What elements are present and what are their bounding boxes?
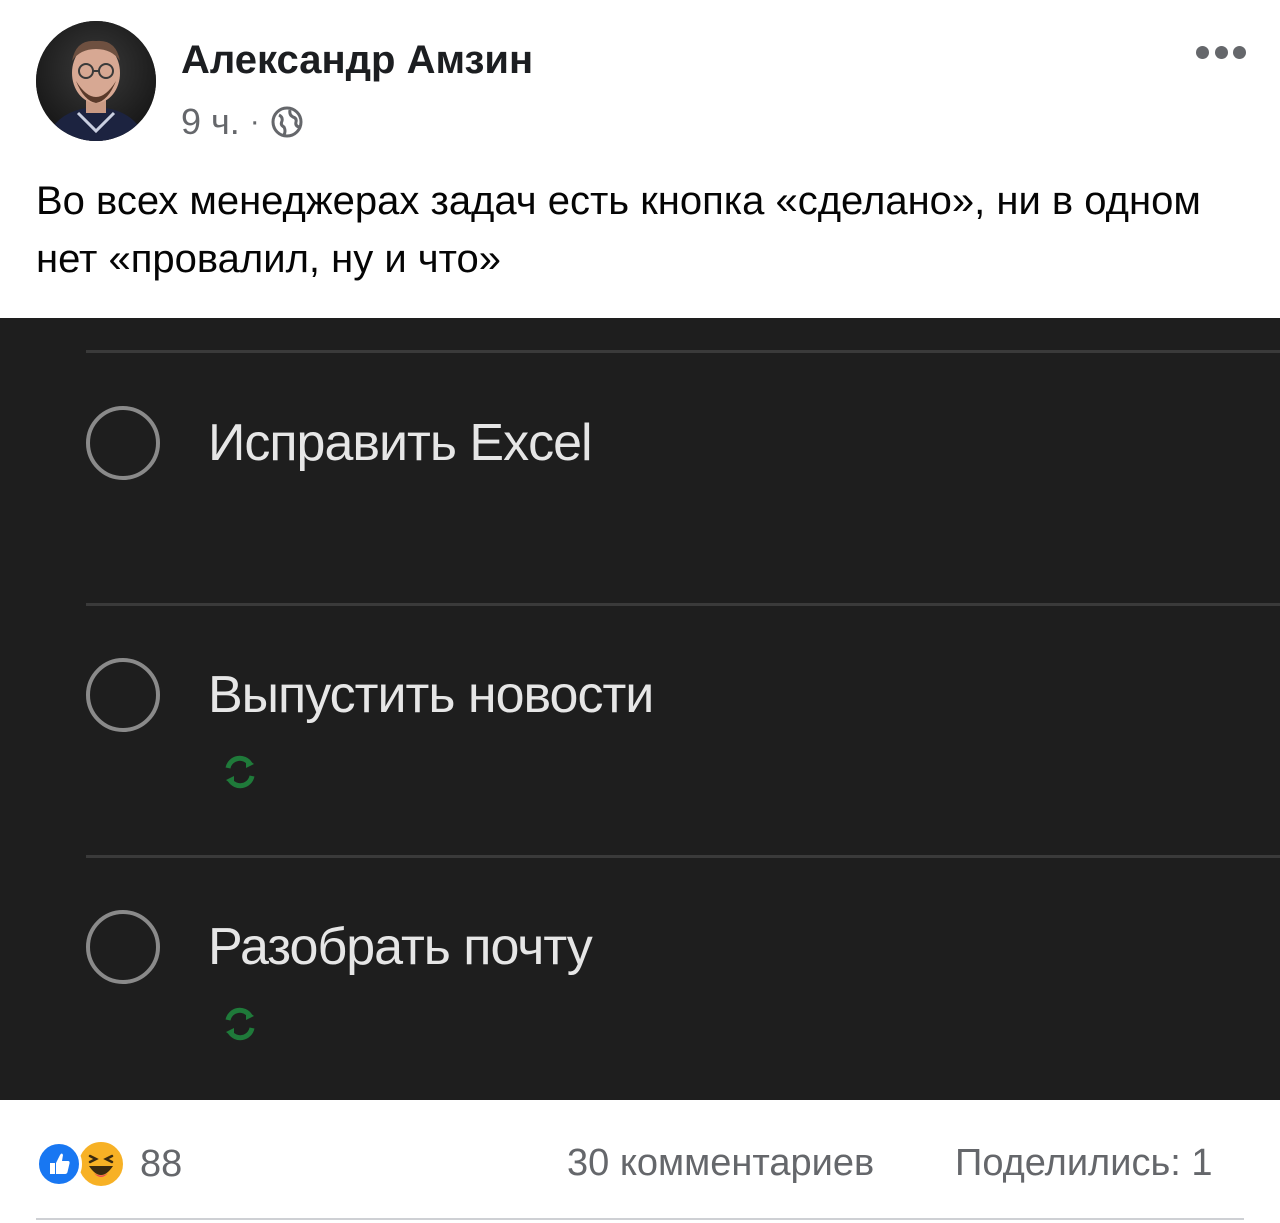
task-divider [86,350,1280,353]
reaction-count: 88 [140,1143,183,1185]
avatar-photo [36,21,156,141]
haha-icon [76,1139,126,1189]
post-meta: 9 ч. · [181,104,304,140]
task-checkbox-icon [86,406,160,480]
comments-count-link[interactable]: 30 комментариев [567,1144,874,1182]
task-divider [86,603,1280,606]
footer-divider [36,1218,1244,1220]
task-divider [86,855,1280,858]
post-text: Во всех менеджерах задач есть кнопка «сд… [36,179,1201,281]
task-checkbox-icon [86,658,160,732]
task-title: Исправить Excel [208,414,593,472]
task-title: Выпустить новости [208,666,654,724]
meta-separator: · [249,105,260,138]
shares-count-link[interactable]: Поделились: 1 [955,1144,1213,1182]
task-item: Выпустить новости [86,658,1280,789]
more-options-button[interactable] [1196,44,1246,60]
facebook-post: Александр Амзин 9 ч. · Во всех менеджера… [0,0,1280,1223]
task-title: Разобрать почту [208,918,593,976]
more-dot-icon [1233,45,1246,59]
task-checkbox-icon [86,910,160,984]
task-item: Исправить Excel [86,406,1280,526]
more-dot-icon [1214,45,1228,59]
like-icon [36,1141,82,1187]
author-name[interactable]: Александр Амзин [181,40,533,80]
repeat-icon [225,1007,255,1041]
reactions-summary[interactable]: 88 [36,1139,183,1189]
repeat-icon [225,755,255,789]
author-avatar[interactable] [36,21,156,141]
task-item: Разобрать почту [86,910,1280,1041]
more-dot-icon [1196,45,1209,59]
post-time[interactable]: 9 ч. [181,104,240,140]
post-image[interactable]: Исправить Excel Выпустить новости Разобр… [0,318,1280,1100]
globe-icon[interactable] [270,105,304,139]
